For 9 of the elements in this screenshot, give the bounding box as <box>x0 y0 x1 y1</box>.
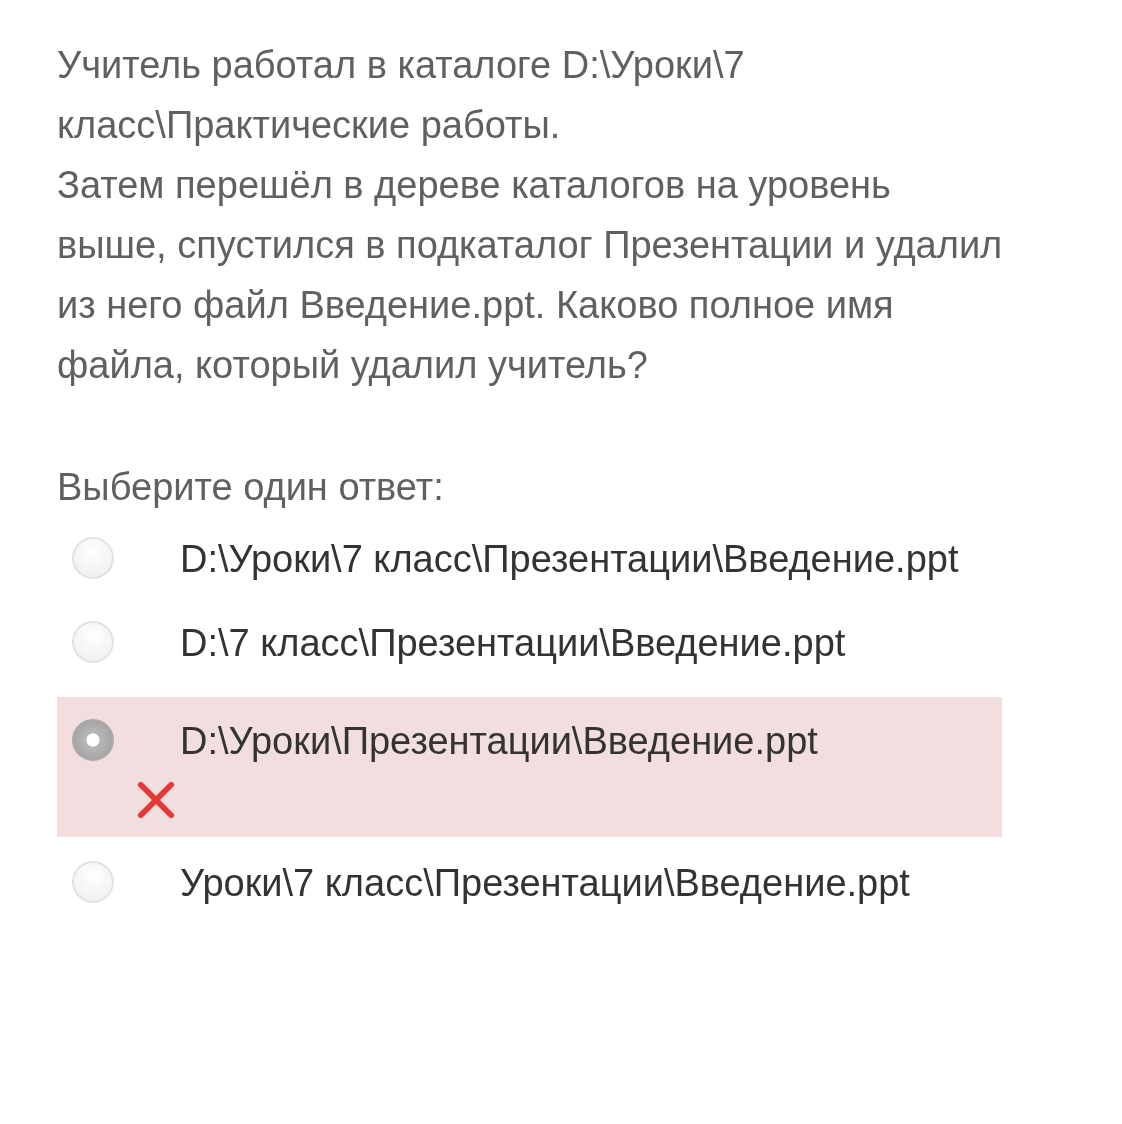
answer-label[interactable]: Уроки\7 класс\Презентации\Введение.ppt <box>180 862 910 904</box>
question-text: Затем перешёл в дереве каталогов на уровень выше, спустился в подкаталог Презентации и удалил из него файл Введение.ppt. Каково полное имя файла, который удалил учитель? <box>57 163 1004 388</box>
answer-label[interactable]: D:\Уроки\Презентации\Введение.ppt <box>180 720 818 762</box>
answer-label[interactable]: D:\Уроки\7 класс\Презентации\Введение.ppt <box>180 538 959 580</box>
question-text: Учитель работал в каталоге D:\Уроки\7 класс\Практические работы. <box>57 43 746 148</box>
answer-label[interactable]: D:\7 класс\Презентации\Введение.ppt <box>180 622 846 664</box>
radio-button[interactable] <box>72 719 114 761</box>
cross-icon <box>137 781 175 819</box>
answer-prompt: Выберите один ответ: <box>57 465 445 510</box>
